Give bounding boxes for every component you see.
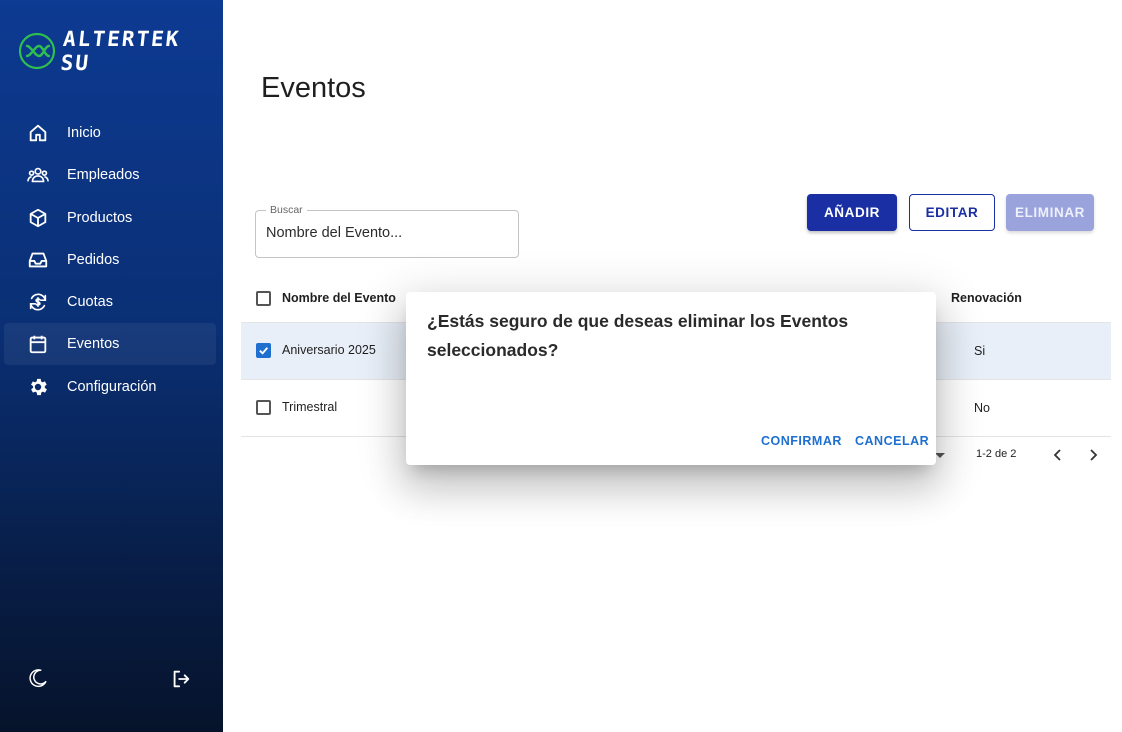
rows-per-page-dropdown-icon[interactable] — [935, 453, 945, 458]
cell-event-name: Aniversario 2025 — [282, 343, 376, 357]
sidebar-item-cuotas[interactable]: Cuotas — [4, 281, 216, 323]
row-checkbox[interactable] — [256, 343, 271, 358]
inbox-icon — [27, 249, 49, 271]
sidebar-item-configuracion[interactable]: Configuración — [4, 366, 216, 408]
search-field[interactable]: Buscar — [255, 204, 519, 258]
cube-icon — [27, 207, 49, 229]
check-icon — [259, 347, 269, 355]
sidebar-item-productos[interactable]: Productos — [4, 197, 216, 239]
dollar-refresh-icon — [27, 291, 49, 313]
brand-logo[interactable]: ALTERTEK SU — [18, 27, 223, 75]
cell-renewal: Si — [974, 344, 986, 358]
add-button[interactable]: AÑADIR — [807, 194, 897, 231]
gear-icon — [27, 376, 49, 398]
home-icon — [27, 122, 49, 144]
logout-icon[interactable] — [170, 668, 192, 690]
sidebar-item-eventos[interactable]: Eventos — [4, 323, 216, 366]
pagination-range: 1-2 de 2 — [976, 448, 1017, 460]
sidebar-item-label: Empleados — [67, 167, 140, 184]
sidebar-item-label: Productos — [67, 209, 133, 226]
sidebar-item-empleados[interactable]: Empleados — [4, 154, 216, 196]
sidebar-item-label: Cuotas — [67, 294, 113, 311]
moon-icon[interactable] — [27, 667, 49, 689]
sidebar: ALTERTEK SU Inicio Empleados Productos P… — [0, 0, 223, 732]
edit-button[interactable]: EDITAR — [909, 194, 995, 231]
dialog-message: ¿Estás seguro de que deseas eliminar los… — [427, 311, 849, 360]
delete-button[interactable]: ELIMINAR — [1006, 194, 1094, 231]
sidebar-item-label: Inicio — [67, 125, 101, 141]
brand-name: ALTERTEK SU — [59, 27, 182, 75]
search-label: Buscar — [266, 204, 307, 216]
sidebar-item-label: Configuración — [67, 378, 157, 395]
sidebar-item-inicio[interactable]: Inicio — [4, 112, 216, 154]
search-input[interactable] — [266, 225, 506, 241]
select-all-checkbox[interactable] — [256, 291, 271, 306]
row-checkbox[interactable] — [256, 400, 271, 415]
cell-event-name: Trimestral — [282, 400, 338, 414]
column-header-name[interactable]: Nombre del Evento — [282, 291, 396, 305]
cell-renewal: No — [974, 401, 990, 415]
sidebar-item-pedidos[interactable]: Pedidos — [4, 239, 216, 281]
calendar-icon — [27, 333, 49, 355]
page-title: Eventos — [261, 72, 366, 104]
sidebar-nav: Inicio Empleados Productos Pedidos Cuota… — [4, 112, 216, 408]
sidebar-item-label: Eventos — [67, 336, 120, 353]
cancel-button[interactable]: CANCELAR — [855, 434, 929, 448]
chevron-left-icon[interactable] — [1050, 446, 1066, 464]
confirm-button[interactable]: CONFIRMAR — [761, 434, 842, 448]
logo-mark-icon — [18, 32, 56, 70]
confirm-delete-dialog: ¿Estás seguro de que deseas eliminar los… — [406, 292, 936, 465]
people-icon — [27, 164, 49, 186]
column-header-renewal[interactable]: Renovación — [951, 291, 1022, 305]
pagination: 1-2 de 2 — [930, 446, 1110, 466]
chevron-right-icon[interactable] — [1085, 446, 1101, 464]
sidebar-item-label: Pedidos — [67, 251, 120, 268]
